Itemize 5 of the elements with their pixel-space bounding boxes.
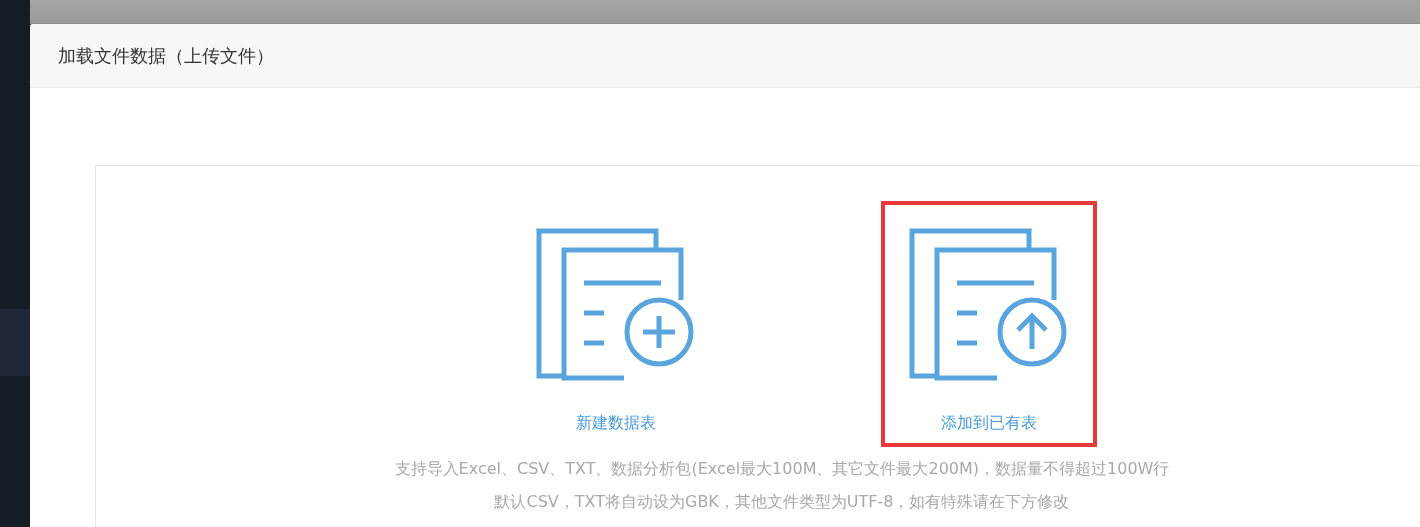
upload-option[interactable]: 新建数据表 bbox=[507, 201, 724, 447]
upload-option[interactable]: 添加到已有表 bbox=[880, 201, 1097, 447]
dialog-title: 加载文件数据（上传文件） bbox=[58, 43, 274, 68]
hint-text: 默认CSV，TXT将自动设为GBK，其他文件类型为UTF-8，如有特殊请在下方修改 bbox=[494, 492, 1070, 513]
hint-text: 支持导入Excel、CSV、TXT、数据分析包(Excel最大100M、其它文件最大200M)，数据量不得超过100W行 bbox=[394, 459, 1170, 480]
